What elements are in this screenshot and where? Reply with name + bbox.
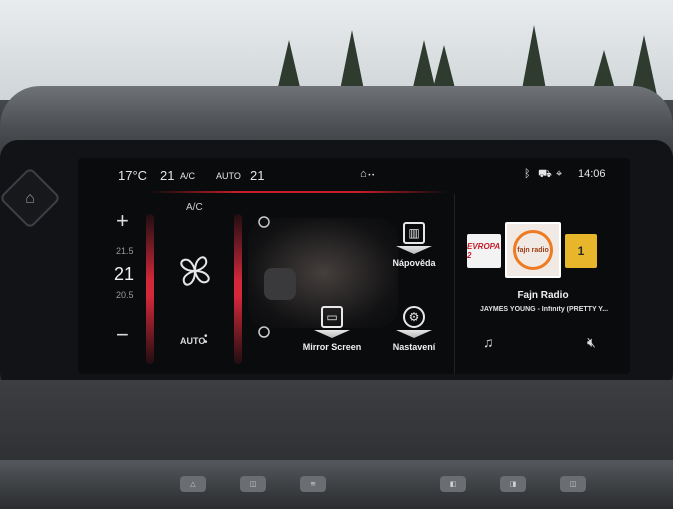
fan-icon[interactable] — [170, 246, 220, 296]
ac-label[interactable]: A/C — [186, 202, 203, 213]
chevron-down-icon — [314, 330, 350, 338]
mute-icon[interactable]: 🔇︎ — [587, 334, 605, 350]
outside-temperature: 17°C — [118, 168, 148, 183]
help-shortcut[interactable]: ▥ Nápověda — [374, 222, 454, 268]
car-dashboard-photo: ⌂ 17°C 21 A/C AUTO 21 ⌂ • • ᛒ ⛟ ⌖ 14:06 … — [0, 0, 673, 509]
car-connect-icon: ⛟ — [538, 168, 552, 180]
help-label: Nápověda — [392, 258, 436, 268]
hazard-button[interactable]: △ — [180, 476, 206, 492]
home-icon: ⌂ — [25, 190, 35, 207]
temp-increase-button[interactable]: + — [116, 208, 129, 234]
bluetooth-icon: ᛒ — [524, 168, 531, 180]
dash-button[interactable]: ◫ — [560, 476, 586, 492]
temp-lower: 20.5 — [116, 290, 134, 300]
location-icon: ⌖ — [556, 168, 563, 180]
infotainment-screen: 17°C 21 A/C AUTO 21 ⌂ • • ᛒ ⛟ ⌖ 14:06 + … — [78, 158, 630, 374]
mirror-screen-icon: ▭ — [321, 306, 343, 328]
settings-gear-icon: ⚙ — [403, 306, 425, 328]
dash-button[interactable]: ◧ — [440, 476, 466, 492]
temp-current: 21 — [114, 264, 135, 284]
station-fajn-radio[interactable]: fajn radio — [505, 222, 561, 278]
mirror-screen-label: Mirror Screen — [302, 342, 362, 352]
clock: 14:06 — [578, 168, 606, 180]
music-list-icon[interactable]: ♫ — [483, 334, 501, 350]
book-icon: ▥ — [403, 222, 425, 244]
auto-status[interactable]: AUTO — [216, 171, 241, 181]
station-evropa2[interactable]: EVROPA 2 — [467, 234, 501, 268]
mirror-screen-shortcut[interactable]: ▭ Mirror Screen — [292, 306, 372, 352]
dashboard-lower — [0, 380, 673, 460]
home-page-icon[interactable]: ⌂ • • — [360, 168, 374, 180]
settings-shortcut[interactable]: ⚙ Nastavení — [374, 306, 454, 352]
dash-button[interactable]: ≋ — [300, 476, 326, 492]
dash-button[interactable]: ◫ — [240, 476, 266, 492]
more-dots-icon[interactable]: • • — [204, 332, 208, 348]
background-sky — [0, 0, 673, 100]
media-panel: EVROPA 2 fajn radio 1 Fajn Radio JAYMES … — [454, 194, 630, 374]
status-bar: 17°C 21 A/C AUTO 21 ⌂ • • ᛒ ⛟ ⌖ 14:06 — [78, 158, 630, 192]
status-accent-line — [148, 191, 448, 193]
station-name: Fajn Radio — [517, 290, 569, 301]
chevron-down-icon — [396, 330, 432, 338]
auto-button[interactable]: AUTO — [180, 336, 205, 346]
right-zone-temperature[interactable]: 21 — [250, 168, 264, 183]
chevron-down-icon — [396, 246, 432, 254]
shortcut-panel: ▥ Nápověda ▭ Mirror Screen ⚙ Nastavení — [288, 194, 454, 374]
station-radio-1[interactable]: 1 — [565, 234, 597, 268]
ac-status[interactable]: A/C — [180, 171, 195, 181]
temp-upper: 21.5 — [116, 246, 134, 256]
zone-temperature[interactable]: 21 — [160, 168, 174, 183]
fan-slider-right[interactable] — [234, 214, 242, 364]
temp-decrease-button[interactable]: − — [116, 322, 129, 348]
track-title: JAYMES YOUNG - Infinity (PRETTY Y... — [479, 306, 609, 313]
settings-label: Nastavení — [392, 342, 436, 352]
dash-button[interactable]: ◨ — [500, 476, 526, 492]
temp-slider-left[interactable] — [146, 214, 154, 364]
fajn-radio-logo: fajn radio — [513, 230, 553, 270]
